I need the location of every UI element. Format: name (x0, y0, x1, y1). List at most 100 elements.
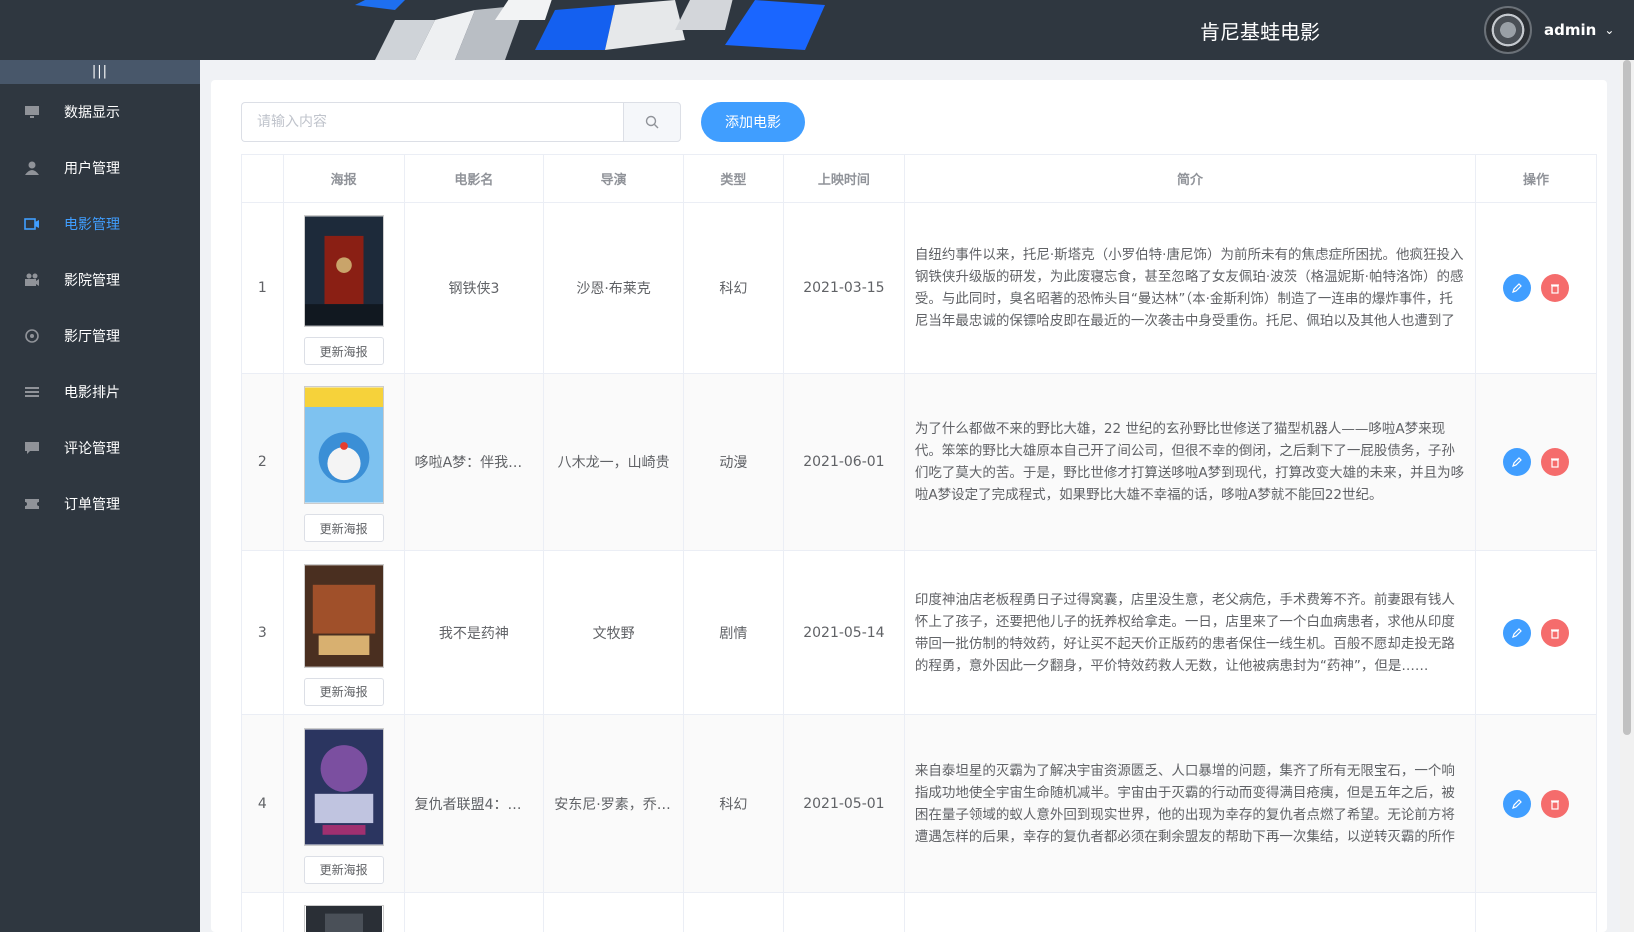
genre: 剧情 (682, 550, 784, 715)
update-poster-button[interactable]: 更新海报 (303, 855, 384, 884)
delete-button[interactable] (1541, 274, 1570, 302)
description-cell: 自纽约事件以来，托尼·斯塔克（小罗伯特·唐尼饰）为前所未有的焦虑症所困扰。他疯狂… (903, 202, 1477, 374)
trash-icon (1551, 284, 1560, 294)
edit-button[interactable] (1503, 618, 1532, 647)
reel-icon (24, 329, 40, 343)
list-icon (24, 385, 40, 399)
main-content: 添加电影 海报 电影名 导演 类型 上映时间 简介 (200, 60, 1618, 932)
top-bar: 肯尼基蛙电影 admin ⌄ (0, 0, 1634, 60)
edit-button[interactable] (1503, 448, 1532, 476)
description-cell: 印度神油店老板程勇日子过得窝囊，店里没生意，老父病危，手术费筹不齐。前妻跟有钱人… (903, 550, 1477, 715)
update-poster-button[interactable]: 更新海报 (303, 677, 384, 706)
sidebar: ||| 数据显示 用户管理 电影管理 影院管理 影厅管理 电影排片 评论管理 订… (0, 60, 200, 932)
director: 八木龙一，山崎贵 (543, 373, 684, 551)
poster-image (303, 563, 384, 668)
sidebar-item-movies[interactable]: 电影管理 (0, 196, 200, 252)
description-cell (903, 892, 1477, 932)
genre: 科幻 (682, 714, 784, 893)
sidebar-item-label: 影院管理 (64, 273, 120, 289)
poster-image (303, 386, 384, 504)
sidebar-item-orders[interactable]: 订单管理 (0, 476, 200, 532)
movie-name: 哆啦A梦：伴我同行2 (403, 373, 545, 551)
description-text: 印度神油店老板程勇日子过得窝囊，店里没生意，老父病危，手术费筹不齐。前妻跟有钱人… (914, 591, 1455, 674)
cubes-banner-image (355, 0, 825, 60)
delete-button[interactable] (1541, 618, 1570, 647)
actions-cell (1475, 550, 1597, 715)
release-date: 2021-05-01 (782, 714, 905, 893)
delete-button[interactable] (1541, 448, 1570, 476)
edit-button[interactable] (1503, 789, 1532, 818)
search-button[interactable] (623, 102, 681, 142)
sidebar-item-label: 用户管理 (64, 161, 120, 177)
actions-cell (1475, 892, 1597, 932)
row-index: 1 (241, 202, 284, 374)
page-scrollbar[interactable] (1620, 60, 1634, 932)
column-header-index (241, 154, 284, 203)
sidebar-item-cinemas[interactable]: 影院管理 (0, 252, 200, 308)
search-input[interactable] (241, 102, 623, 142)
poster-cell: 更新海报 (282, 550, 405, 715)
actions-cell (1475, 202, 1597, 374)
scrollbar-thumb[interactable] (1623, 60, 1631, 735)
director-text: 安东尼·罗素，乔·罗素 (554, 796, 673, 813)
collapse-toggle[interactable]: ||| (0, 60, 200, 84)
sidebar-item-comments[interactable]: 评论管理 (0, 420, 200, 476)
update-poster-button[interactable]: 更新海报 (303, 514, 384, 542)
monitor-icon (24, 105, 40, 119)
director: 安东尼·罗素，乔·罗素 (543, 714, 684, 893)
column-header-description: 简介 (903, 154, 1477, 203)
movie-card: 添加电影 海报 电影名 导演 类型 上映时间 简介 (211, 80, 1607, 932)
table-row: 1 更新海报 钢铁侠3 沙恩·布莱克 科幻 2021-03-15 自纽约事件以来… (241, 202, 1597, 374)
column-header-name: 电影名 (403, 154, 545, 203)
sidebar-item-users[interactable]: 用户管理 (0, 140, 200, 196)
row-index (241, 892, 284, 932)
release-date: 2021-06-01 (782, 373, 905, 551)
row-index: 2 (241, 373, 284, 551)
poster-cell: 更新海报 (282, 373, 405, 551)
chevron-down-icon[interactable]: ⌄ (1604, 23, 1614, 37)
release-date: 2021-03-15 (782, 202, 905, 374)
poster-image (303, 215, 384, 327)
delete-button[interactable] (1541, 789, 1570, 818)
poster-image (303, 905, 384, 932)
edit-button[interactable] (1503, 274, 1532, 302)
table-row (241, 892, 1597, 932)
column-header-director: 导演 (543, 154, 684, 203)
sidebar-item-schedule[interactable]: 电影排片 (0, 364, 200, 420)
movie-name-text: 哆啦A梦：伴我同行2 (414, 455, 534, 471)
user-menu[interactable]: admin ⌄ (1484, 6, 1614, 54)
username[interactable]: admin (1544, 21, 1596, 39)
column-header-actions: 操作 (1475, 154, 1597, 203)
sidebar-item-label: 电影管理 (64, 217, 120, 233)
column-header-genre: 类型 (682, 154, 784, 203)
director-text: 八木龙一，山崎贵 (557, 455, 670, 471)
column-header-poster: 海报 (282, 154, 405, 203)
director-text: 文牧野 (592, 625, 635, 642)
toolbar: 添加电影 (241, 102, 805, 142)
sidebar-item-halls[interactable]: 影厅管理 (0, 308, 200, 364)
table-header-row: 海报 电影名 导演 类型 上映时间 简介 操作 (241, 154, 1597, 203)
director: 文牧野 (543, 550, 684, 715)
release-date (782, 892, 905, 932)
genre: 科幻 (682, 202, 784, 374)
sidebar-item-data-display[interactable]: 数据显示 (0, 84, 200, 140)
movie-name: 我不是药神 (403, 550, 545, 715)
user-icon (24, 161, 40, 175)
description-cell: 来自泰坦星的灭霸为了解决宇宙资源匮乏、人口暴增的问题，集齐了所有无限宝石，一个响… (903, 714, 1477, 893)
sidebar-item-label: 电影排片 (64, 385, 120, 401)
actions-cell (1475, 373, 1597, 551)
add-movie-button[interactable]: 添加电影 (701, 102, 805, 142)
poster-cell: 更新海报 (282, 714, 405, 893)
row-index: 4 (241, 714, 284, 893)
poster-cell (282, 892, 405, 932)
update-poster-button[interactable]: 更新海报 (303, 337, 384, 365)
ticket-icon (24, 497, 40, 511)
sidebar-item-label: 影厅管理 (64, 329, 120, 345)
description-text: 来自泰坦星的灭霸为了解决宇宙资源匮乏、人口暴增的问题，集齐了所有无限宝石，一个响… (914, 762, 1455, 845)
description-text: 自纽约事件以来，托尼·斯塔克（小罗伯特·唐尼饰）为前所未有的焦虑症所困扰。他疯狂… (914, 247, 1464, 329)
movie-name-text: 复仇者联盟4：终局之战 (414, 796, 534, 813)
movie-name (403, 892, 545, 932)
avatar[interactable] (1484, 6, 1532, 54)
column-header-date: 上映时间 (782, 154, 905, 203)
trash-icon (1551, 628, 1560, 639)
